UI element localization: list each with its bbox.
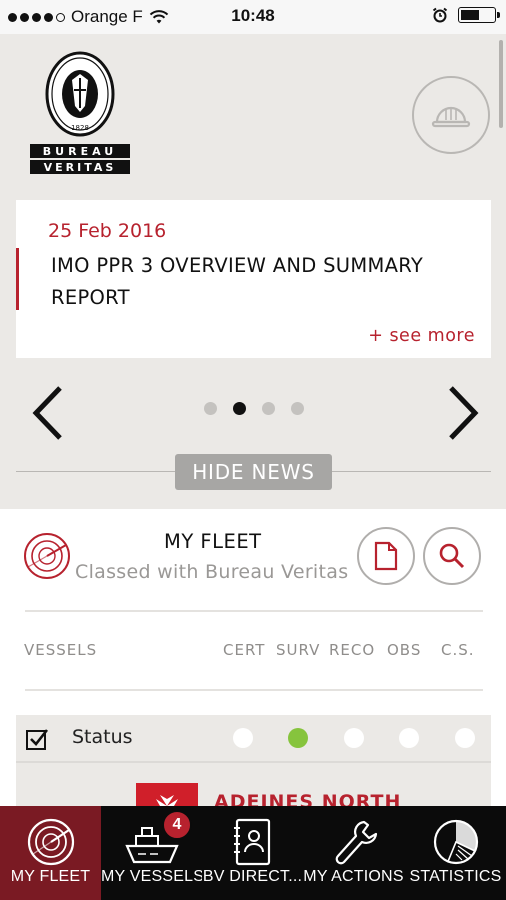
search-button[interactable] [423,527,481,585]
tab-bv-directory[interactable]: BV DIRECT... [202,806,303,900]
status-indicator-obs [399,728,419,748]
column-header-surv[interactable]: SURV [276,641,320,659]
bottom-tab-bar: MY FLEET 4 MY VESSELS BV DIRECT... MY AC… [0,806,506,900]
column-header-reco[interactable]: RECO [329,641,375,659]
news-card[interactable]: 25 Feb 2016 IMO PPR 3 OVERVIEW AND SUMMA… [16,200,491,358]
radar-icon [24,533,70,579]
scrollbar[interactable] [499,40,503,128]
next-news-button[interactable] [443,384,483,442]
status-indicator-cs [455,728,475,748]
column-header-cs[interactable]: C.S. [441,641,475,659]
divider [25,689,483,691]
previous-news-button[interactable] [28,384,68,442]
status-filter-row[interactable]: Status [16,715,491,761]
news-title: IMO PPR 3 OVERVIEW AND SUMMARY REPORT [51,254,424,309]
tab-label: BV DIRECT... [202,868,303,885]
svg-text:1828: 1828 [71,124,89,132]
tab-my-fleet[interactable]: MY FLEET [0,806,101,900]
battery-icon [458,7,500,23]
status-indicator-surv [288,728,308,748]
radar-icon [27,818,74,866]
page-dot[interactable] [262,402,275,415]
news-accent-bar [16,248,19,310]
fleet-title: MY FLEET [164,530,262,553]
search-icon [439,543,465,569]
tab-label: MY VESSELS [101,868,202,885]
column-header-cert[interactable]: CERT [223,641,265,659]
fleet-subtitle: Classed with Bureau Veritas [75,561,349,583]
notification-badge: 4 [162,810,192,840]
divider [25,610,483,612]
report-button[interactable] [357,527,415,585]
svg-text:VERITAS: VERITAS [44,161,117,174]
tab-my-vessels[interactable]: 4 MY VESSELS [101,806,202,900]
tab-label: STATISTICS [409,868,502,885]
svg-text:BUREAU: BUREAU [43,145,117,158]
status-indicator-reco [344,728,364,748]
tab-my-actions[interactable]: MY ACTIONS [303,806,404,900]
tab-statistics[interactable]: STATISTICS [405,806,506,900]
contacts-book-icon [233,818,270,866]
page-dot[interactable] [204,402,217,415]
tab-label: MY ACTIONS [303,868,404,885]
news-date: 25 Feb 2016 [48,220,167,242]
column-header-vessels[interactable]: VESSELS [24,641,97,659]
vessel-table-header: VESSELS CERT SURV RECO OBS C.S. [0,641,506,665]
hard-hat-icon [431,106,471,128]
wrench-icon [335,820,377,865]
status-indicator-cert [233,728,253,748]
status-label: Status [72,726,133,748]
profile-helmet-button[interactable] [412,76,490,154]
page-dot[interactable] [291,402,304,415]
bureau-veritas-logo: 1828 BUREAU VERITAS [30,51,130,174]
tab-label: MY FLEET [10,868,91,885]
document-icon [374,541,398,571]
pie-chart-icon [433,819,478,865]
hide-news-button[interactable]: HIDE NEWS [175,454,332,490]
news-pagination [204,402,304,415]
page-dot-active[interactable] [233,402,246,415]
clock: 10:48 [231,6,275,25]
alarm-icon [432,7,448,23]
checkbox-checked-icon[interactable] [25,727,49,751]
column-header-obs[interactable]: OBS [387,641,421,659]
status-bar: Orange F 10:48 [0,0,506,34]
see-more-link[interactable]: + see more [368,326,475,346]
vessel-list-item[interactable]: ADEINES NORTH [16,761,491,811]
news-panel: 1828 BUREAU VERITAS 25 Feb 2016 IMO PPR … [0,34,506,509]
